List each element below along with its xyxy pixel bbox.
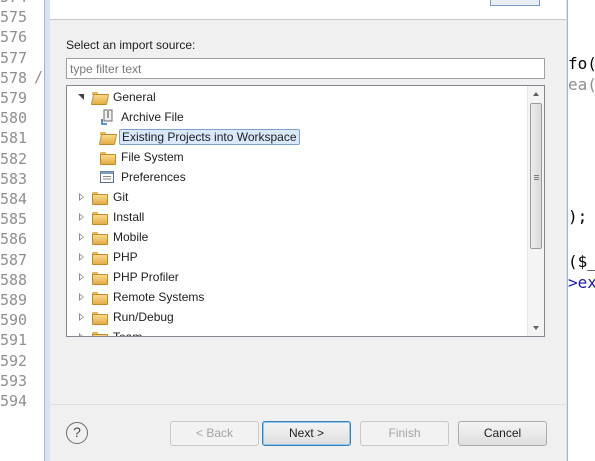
line-number: 574 [0, 0, 27, 7]
tree-item-label: Run/Debug [113, 310, 174, 324]
line-number: 576 [0, 28, 28, 47]
line-number: 592 [0, 351, 28, 370]
next-button[interactable]: Next > [262, 421, 351, 446]
code-fragment: ($_ [568, 252, 595, 271]
collapsed-arrow-icon[interactable] [77, 332, 87, 336]
collapsed-arrow-icon[interactable] [77, 252, 87, 262]
tree-item-remote-systems[interactable]: Remote Systems [77, 287, 206, 307]
line-number: 586 [0, 230, 28, 249]
tree-item-label: General [113, 90, 156, 104]
folder-icon [91, 189, 108, 205]
scroll-down-arrow-icon[interactable] [528, 320, 544, 336]
code-fragment: >ex [568, 273, 595, 292]
line-number: 582 [0, 149, 28, 168]
dialog-header [50, 0, 566, 20]
collapsed-arrow-icon[interactable] [77, 272, 87, 282]
tree-item-run-debug[interactable]: Run/Debug [77, 307, 176, 327]
tree-scrollbar[interactable] [527, 86, 544, 336]
tree-item-label: Git [113, 190, 129, 204]
folder-icon [91, 329, 108, 336]
line-number: 588 [0, 270, 28, 289]
code-fragment: fo( [568, 54, 595, 73]
footer-separator [50, 404, 566, 405]
tree-item-archive-file[interactable]: Archive File [95, 107, 186, 127]
filter-input[interactable] [66, 58, 545, 79]
folder-icon [91, 229, 108, 245]
line-number: 581 [0, 129, 28, 148]
collapsed-arrow-icon[interactable] [77, 212, 87, 222]
fold-marker: / [34, 67, 44, 86]
expanded-arrow-icon[interactable] [77, 92, 87, 102]
line-number: 579 [0, 89, 28, 107]
import-source-tree[interactable]: General Archive File Existing Projects int… [66, 85, 545, 337]
line-number: 580 [0, 109, 28, 128]
folder-icon [91, 289, 108, 305]
tree-item-label: PHP [113, 250, 138, 264]
tree-item-label: Remote Systems [113, 290, 205, 304]
tree-item-existing-projects-into-workspace[interactable]: Existing Projects into Workspace [95, 127, 300, 147]
tree-item-php-profiler[interactable]: PHP Profiler [77, 267, 181, 287]
import-source-label: Select an import source: [66, 38, 196, 52]
line-number: 589 [0, 291, 28, 309]
line-number: 585 [0, 210, 28, 229]
collapsed-arrow-icon[interactable] [77, 312, 87, 322]
finish-button[interactable]: Finish [360, 421, 449, 446]
collapsed-arrow-icon[interactable] [77, 232, 87, 242]
line-number: 591 [0, 331, 28, 350]
tree-item-team[interactable]: Team [77, 327, 144, 337]
tree-item-label: PHP Profiler [113, 270, 179, 284]
line-number: 587 [0, 250, 28, 269]
code-fragment: ); [568, 207, 588, 226]
folder-icon [91, 309, 108, 325]
line-number: 575 [0, 8, 28, 27]
line-number: 593 [0, 371, 28, 390]
scroll-up-arrow-icon[interactable] [528, 86, 544, 102]
existing-projects-icon [99, 129, 115, 145]
line-number: 583 [0, 169, 28, 188]
tree-item-label: Mobile [113, 230, 149, 244]
folder-icon [99, 149, 116, 165]
tree-item-label: Install [113, 210, 145, 224]
line-number: 590 [0, 311, 28, 330]
help-button[interactable]: ? [66, 422, 88, 444]
archive-file-icon [99, 109, 115, 125]
editor-gutter: 5745755765775785795805815825835845855865… [0, 0, 44, 461]
collapsed-arrow-icon[interactable] [77, 292, 87, 302]
line-number: 594 [0, 392, 28, 410]
folder-icon [91, 249, 108, 265]
tree-item-git[interactable]: Git [77, 187, 130, 207]
scroll-thumb[interactable] [530, 103, 542, 249]
cancel-button[interactable]: Cancel [458, 421, 547, 446]
line-number: 578 [0, 68, 28, 87]
code-fragment: ea( [568, 75, 595, 94]
tree-item-label: File System [121, 150, 184, 164]
tree-item-label: Team [113, 330, 143, 337]
header-button[interactable] [490, 0, 540, 6]
line-number: 577 [0, 48, 28, 67]
tree-item-mobile[interactable]: Mobile [77, 227, 150, 247]
back-button[interactable]: < Back [170, 421, 259, 446]
tree-item-preferences[interactable]: Preferences [95, 167, 188, 187]
tree-item-php[interactable]: PHP [77, 247, 140, 267]
line-number: 584 [0, 190, 28, 208]
tree-item-label: Archive File [121, 110, 184, 124]
folder-open-icon [91, 89, 107, 105]
grip-icon [534, 175, 539, 176]
tree-item-install[interactable]: Install [77, 207, 146, 227]
folder-icon [91, 269, 108, 285]
collapsed-arrow-icon[interactable] [77, 192, 87, 202]
tree-item-label: Preferences [121, 170, 186, 184]
preferences-icon [99, 169, 115, 185]
tree-item-file-system[interactable]: File System [95, 147, 186, 167]
folder-icon [91, 209, 108, 225]
tree-item-label: Existing Projects into Workspace [119, 129, 300, 145]
tree-item-general[interactable]: General [77, 87, 158, 107]
